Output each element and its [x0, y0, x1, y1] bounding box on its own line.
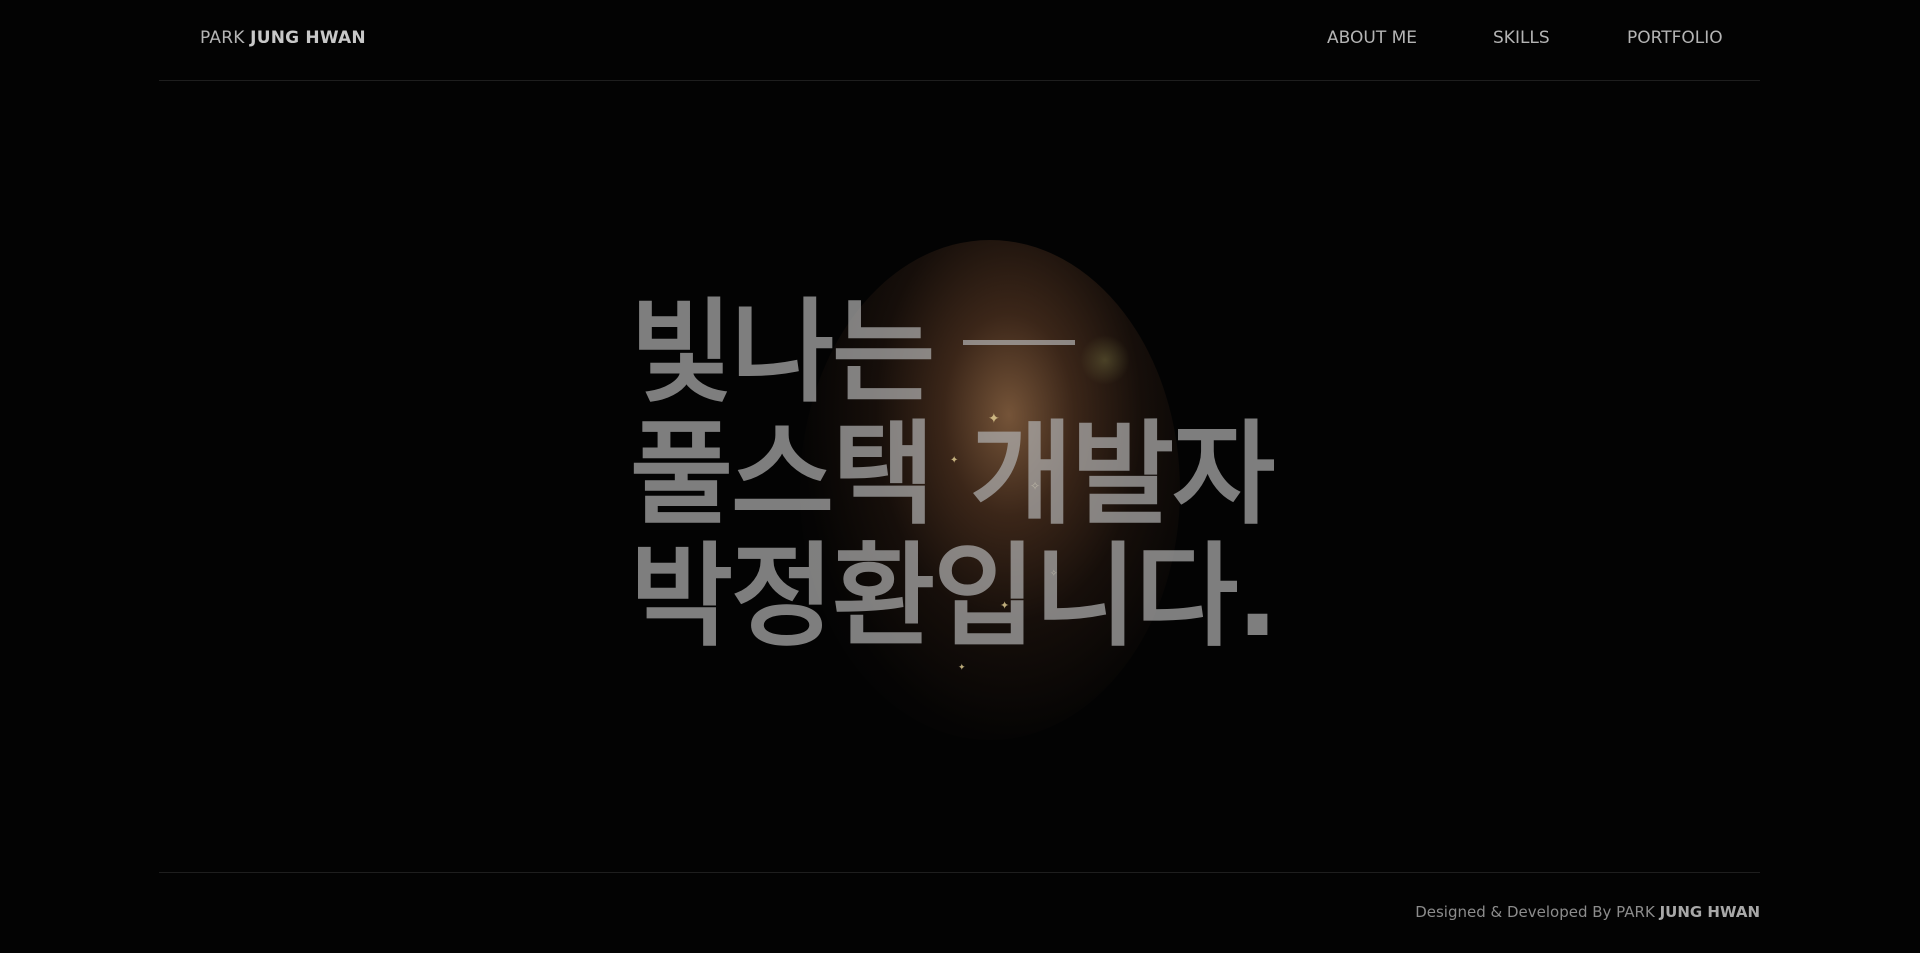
hero-dash — [963, 339, 1076, 345]
logo-first-name: PARK — [200, 28, 251, 48]
hero-line-1-text: 빛나는 — [630, 288, 935, 418]
footer-credit-name: JUNG HWAN — [1659, 903, 1760, 921]
sparkle-icon: ✦ — [958, 663, 966, 673]
hero-headline: 빛나는 풀스택 개발자 박정환입니다. — [630, 292, 1279, 662]
hero-line-2: 풀스택 개발자 — [630, 410, 1275, 540]
site-logo[interactable]: PARK JUNG HWAN — [200, 28, 366, 48]
hero-line-1: 빛나는 — [630, 292, 1277, 414]
page: PARK JUNG HWAN ABOUT ME SKILLS PORTFOLIO… — [0, 0, 1920, 953]
nav-skills[interactable]: SKILLS — [1493, 28, 1550, 48]
footer-credit: Designed & Developed By PARK JUNG HWAN — [1415, 903, 1760, 921]
logo-last-name: JUNG HWAN — [250, 28, 366, 48]
nav-portfolio[interactable]: PORTFOLIO — [1627, 28, 1723, 48]
hero-line-3: 박정환입니다. — [630, 532, 1279, 662]
nav-about-me[interactable]: ABOUT ME — [1327, 28, 1417, 48]
site-footer: Designed & Developed By PARK JUNG HWAN — [159, 872, 1760, 953]
footer-credit-prefix: Designed & Developed By PARK — [1415, 903, 1660, 921]
site-header: PARK JUNG HWAN ABOUT ME SKILLS PORTFOLIO — [159, 0, 1760, 81]
